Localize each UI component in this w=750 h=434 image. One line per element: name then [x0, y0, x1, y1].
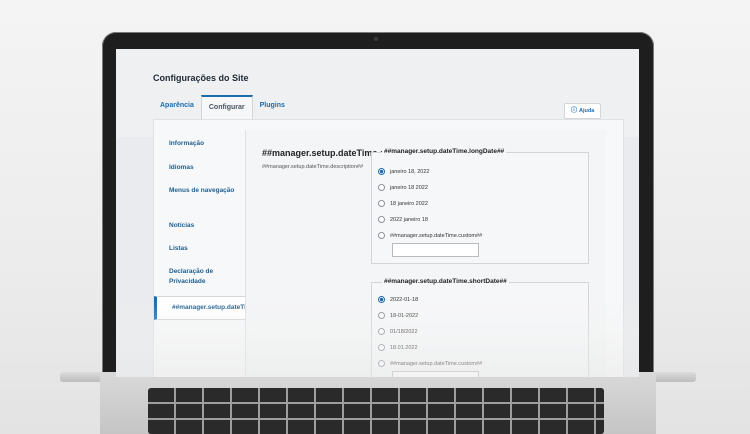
tab-appearance[interactable]: Aparência	[153, 95, 201, 119]
sidebar-item-information[interactable]: Informação	[169, 139, 241, 149]
sidebar-item-announcements[interactable]: Notícias	[169, 221, 241, 231]
short-date-option[interactable]: 18-01-2022	[378, 312, 418, 319]
long-date-option-custom[interactable]: ##manager.setup.dateTime.custom##	[378, 232, 482, 239]
tab-bar: Aparência Configurar Plugins	[153, 95, 292, 119]
long-date-custom-input[interactable]	[392, 243, 479, 257]
long-date-option[interactable]: 2022 janeiro 18	[378, 216, 428, 223]
page-title: Configurações do Site	[153, 73, 249, 83]
keyboard	[148, 388, 604, 434]
tab-plugins[interactable]: Plugins	[253, 95, 292, 119]
short-date-legend: ##manager.setup.dateTime.shortDate##	[382, 278, 509, 285]
sidebar-item-languages[interactable]: Idiomas	[169, 163, 241, 173]
long-date-option[interactable]: janeiro 18, 2022	[378, 168, 429, 175]
short-date-option[interactable]: 01/18/2022	[378, 328, 418, 335]
radio-selected[interactable]	[378, 296, 385, 303]
tab-setup[interactable]: Configurar	[200, 95, 253, 119]
help-button[interactable]: ⓘ Ajuda	[564, 103, 602, 119]
sidebar-item-lists[interactable]: Listas	[169, 244, 241, 254]
short-date-option[interactable]: 2022-01-18	[378, 296, 418, 303]
camera-dot	[374, 37, 378, 41]
radio[interactable]	[378, 344, 385, 351]
help-label: Ajuda	[579, 108, 595, 114]
radio[interactable]	[378, 232, 385, 239]
short-date-option-custom[interactable]: ##manager.setup.dateTime.custom##	[378, 360, 482, 367]
long-date-fieldset: ##manager.setup.dateTime.longDate## jane…	[371, 148, 589, 264]
short-date-option[interactable]: 18.01.2022	[378, 344, 418, 351]
radio[interactable]	[378, 200, 385, 207]
radio[interactable]	[378, 328, 385, 335]
sidebar-item-navigation-menus[interactable]: Menus de navegação	[169, 186, 241, 196]
radio[interactable]	[378, 216, 385, 223]
radio[interactable]	[378, 360, 385, 367]
radio[interactable]	[378, 184, 385, 191]
help-icon: ⓘ	[571, 108, 578, 114]
long-date-option[interactable]: janeiro 18 2022	[378, 184, 428, 191]
sidebar-item-privacy-statement[interactable]: Declaração de Privacidade	[169, 267, 241, 287]
long-date-legend: ##manager.setup.dateTime.longDate##	[382, 148, 507, 155]
section-description: ##manager.setup.dateTime.description##	[262, 164, 363, 170]
content-panel: Informação Idiomas Menus de navegação No…	[153, 119, 624, 377]
long-date-option[interactable]: 18 janeiro 2022	[378, 200, 428, 207]
radio[interactable]	[378, 312, 385, 319]
short-date-custom-input[interactable]	[392, 371, 479, 377]
main-area: ##manager.setup.dateTime.descriptionTitl…	[245, 130, 606, 377]
radio-selected[interactable]	[378, 168, 385, 175]
screen: Configurações do Site Aparência Configur…	[116, 49, 639, 377]
short-date-fieldset: ##manager.setup.dateTime.shortDate## 202…	[371, 278, 589, 377]
